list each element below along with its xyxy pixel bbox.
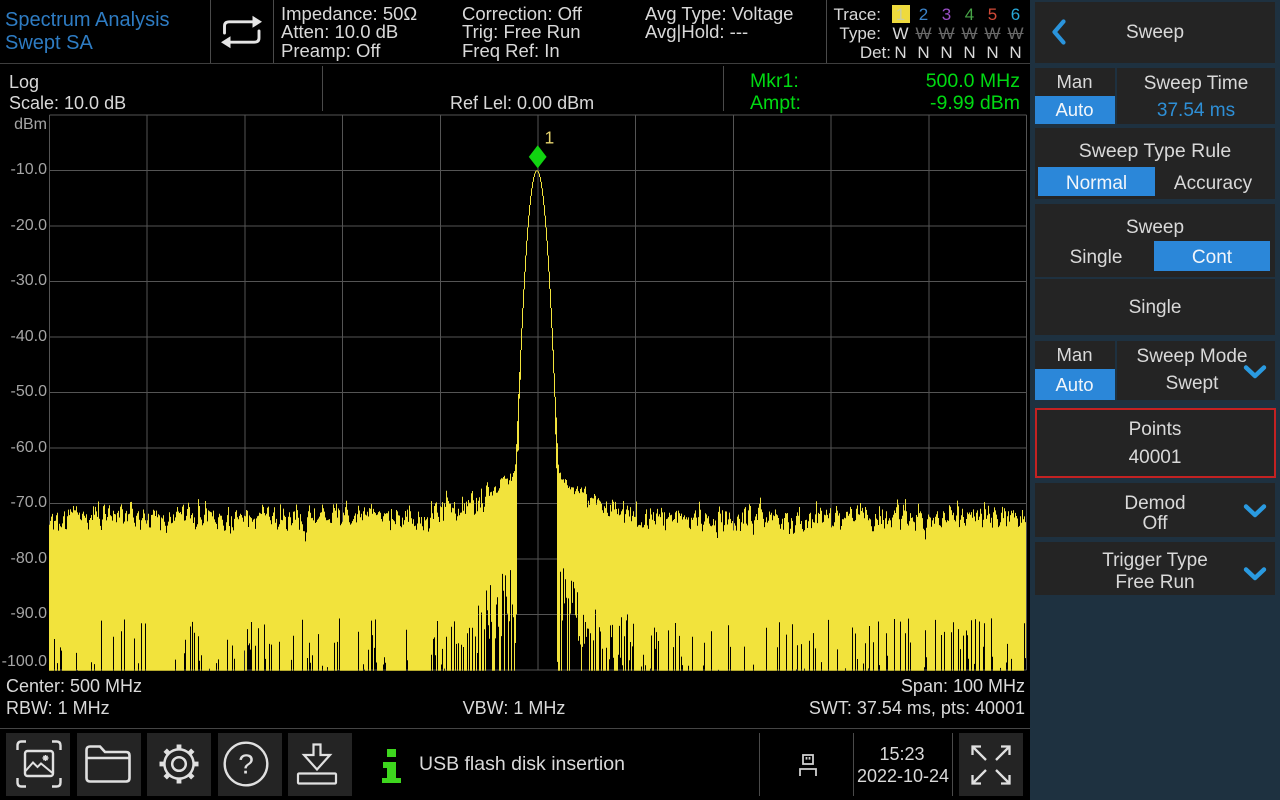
- svg-text:?: ?: [238, 749, 254, 780]
- svg-text:1: 1: [545, 128, 555, 148]
